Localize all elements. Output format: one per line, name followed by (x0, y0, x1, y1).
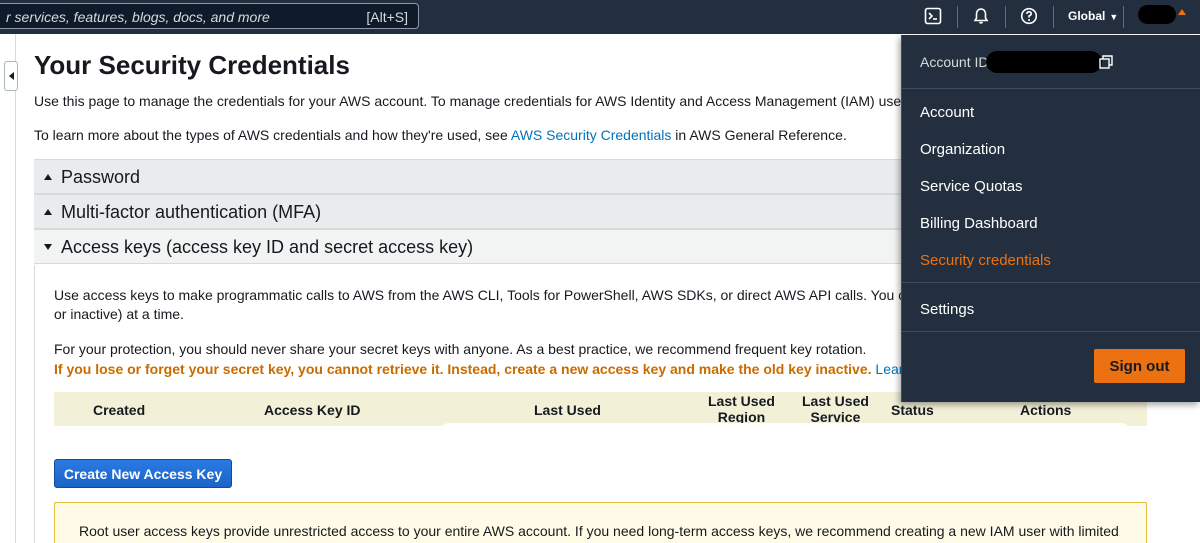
warning-message: If you lose or forget your secret key, y… (54, 361, 872, 377)
region-label: Global (1068, 9, 1106, 23)
account-dropdown-menu: Account ID: Account Organization Service… (901, 35, 1200, 402)
account-menu-button[interactable] (1138, 5, 1176, 24)
column-header-access-key-id[interactable]: Access Key ID (264, 402, 361, 418)
menu-item-organization[interactable]: Organization (920, 141, 1005, 158)
redaction-mask (440, 423, 1130, 441)
sign-out-button[interactable]: Sign out (1094, 349, 1185, 383)
search-shortcut-hint: [Alt+S] (366, 9, 408, 25)
warning-text: If you lose or forget your secret key, y… (54, 361, 947, 377)
column-header-line: Last Used (802, 393, 869, 409)
root-keys-warning-alert: Root user access keys provide unrestrict… (54, 502, 1147, 543)
menu-divider (902, 282, 1200, 283)
copy-icon[interactable] (1099, 55, 1113, 69)
search-input[interactable]: r services, features, blogs, docs, and m… (6, 9, 270, 25)
menu-divider (902, 331, 1200, 332)
column-header-status[interactable]: Status (891, 402, 934, 418)
account-id-label: Account ID: (920, 54, 993, 70)
search-bar[interactable]: r services, features, blogs, docs, and m… (0, 3, 419, 29)
chevron-up-icon[interactable] (1178, 9, 1186, 15)
caret-up-icon (44, 209, 52, 215)
nav-divider (1005, 6, 1006, 28)
intro-reference-suffix: in AWS General Reference. (671, 127, 847, 143)
menu-item-security-credentials[interactable]: Security credentials (920, 252, 1051, 269)
column-header-last-used[interactable]: Last Used (534, 402, 601, 418)
side-navigation-border (15, 34, 16, 543)
section-title: Password (61, 167, 141, 187)
cloudshell-icon[interactable] (923, 6, 943, 26)
menu-item-service-quotas[interactable]: Service Quotas (920, 178, 1023, 195)
caret-down-icon (44, 244, 52, 250)
nav-divider (957, 6, 958, 28)
account-id-redacted (986, 51, 1102, 73)
section-title: Multi-factor authentication (MFA) (61, 202, 322, 222)
column-header-line: Last Used (708, 393, 775, 409)
intro-reference-prefix: To learn more about the types of AWS cre… (34, 127, 511, 143)
column-header-last-used-region[interactable]: Last Used Region (708, 393, 775, 425)
intro-reference-text: To learn more about the types of AWS cre… (34, 127, 847, 143)
protection-note: For your protection, you should never sh… (54, 341, 867, 357)
caret-up-icon (44, 174, 52, 180)
column-header-last-used-service[interactable]: Last Used Service (802, 393, 869, 425)
top-navigation-bar: r services, features, blogs, docs, and m… (0, 0, 1200, 34)
help-icon[interactable] (1019, 6, 1039, 26)
aws-security-credentials-link[interactable]: AWS Security Credentials (511, 127, 672, 143)
page-title: Your Security Credentials (34, 50, 350, 80)
chevron-down-icon: ▼ (1109, 12, 1119, 22)
menu-item-account[interactable]: Account (920, 104, 974, 121)
chevron-left-icon (8, 72, 14, 80)
column-header-actions[interactable]: Actions (1020, 402, 1071, 418)
access-keys-description-cont: or inactive) at a time. (54, 306, 184, 322)
nav-divider (1053, 6, 1054, 28)
access-keys-description: Use access keys to make programmatic cal… (54, 287, 948, 303)
alert-message: Root user access keys provide unrestrict… (79, 523, 1119, 539)
nav-divider (1123, 6, 1124, 28)
side-navigation-toggle[interactable] (4, 61, 18, 91)
region-selector[interactable]: Global ▼ (1068, 9, 1118, 23)
intro-text: Use this page to manage the credentials … (34, 93, 944, 109)
create-new-access-key-button[interactable]: Create New Access Key (54, 459, 232, 488)
column-header-created[interactable]: Created (93, 402, 145, 418)
menu-divider (902, 88, 1200, 89)
menu-item-settings[interactable]: Settings (920, 301, 974, 318)
menu-item-billing-dashboard[interactable]: Billing Dashboard (920, 215, 1038, 232)
section-title: Access keys (access key ID and secret ac… (61, 237, 474, 257)
bell-icon[interactable] (971, 6, 991, 26)
